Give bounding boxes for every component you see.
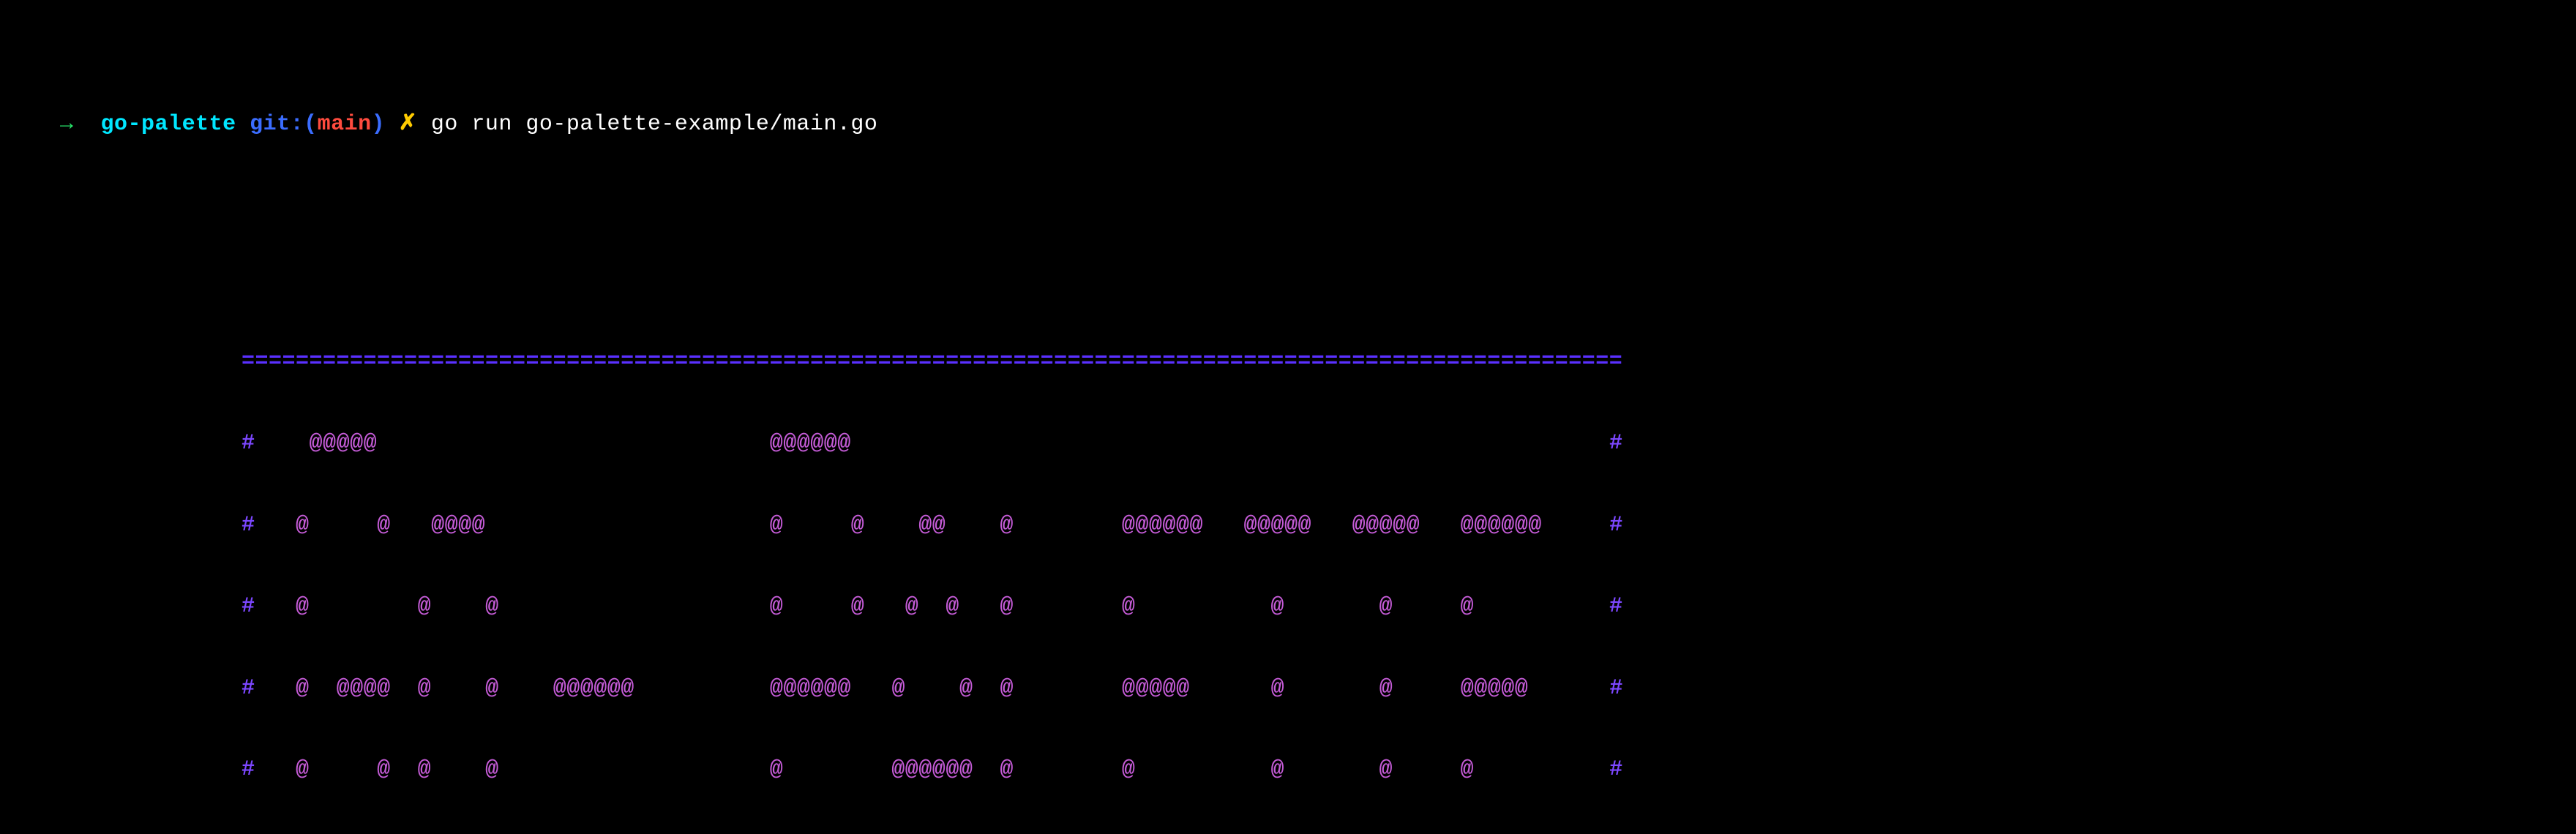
banner-line: # @@@@@ @@@@@@ # xyxy=(242,430,2576,457)
git-dirty-icon: ✗ xyxy=(399,112,418,137)
git-branch: main xyxy=(318,112,372,137)
banner-line: # @ @ @@@@ @ @ @@ @ @@@@@@ @@@@@ @@@@@ @… xyxy=(242,512,2576,539)
ascii-banner: ========================================… xyxy=(242,294,2576,834)
terminal-output: → go-palette git:(main) ✗ go run go-pale… xyxy=(0,0,2576,834)
command-text: go run go-palette-example/main.go xyxy=(431,112,878,137)
prompt-arrow: → xyxy=(60,112,74,137)
git-prefix: git:( xyxy=(250,112,318,137)
banner-border-top: ========================================… xyxy=(242,348,2576,375)
banner-line: # @ @ @ @ @ @@@@@@ @ @ @ @ @ # xyxy=(242,756,2576,784)
banner-line: # @ @ @ @ @ @ @ @ @ @ @ @ # xyxy=(242,593,2576,620)
git-suffix: ) xyxy=(372,112,386,137)
banner-line: # @ @@@@ @ @ @@@@@@ @@@@@@ @ @ @ @@@@@ @… xyxy=(242,675,2576,702)
prompt-dir: go-palette xyxy=(101,112,236,137)
prompt-line[interactable]: → go-palette git:(main) ✗ go run go-pale… xyxy=(0,80,2576,168)
